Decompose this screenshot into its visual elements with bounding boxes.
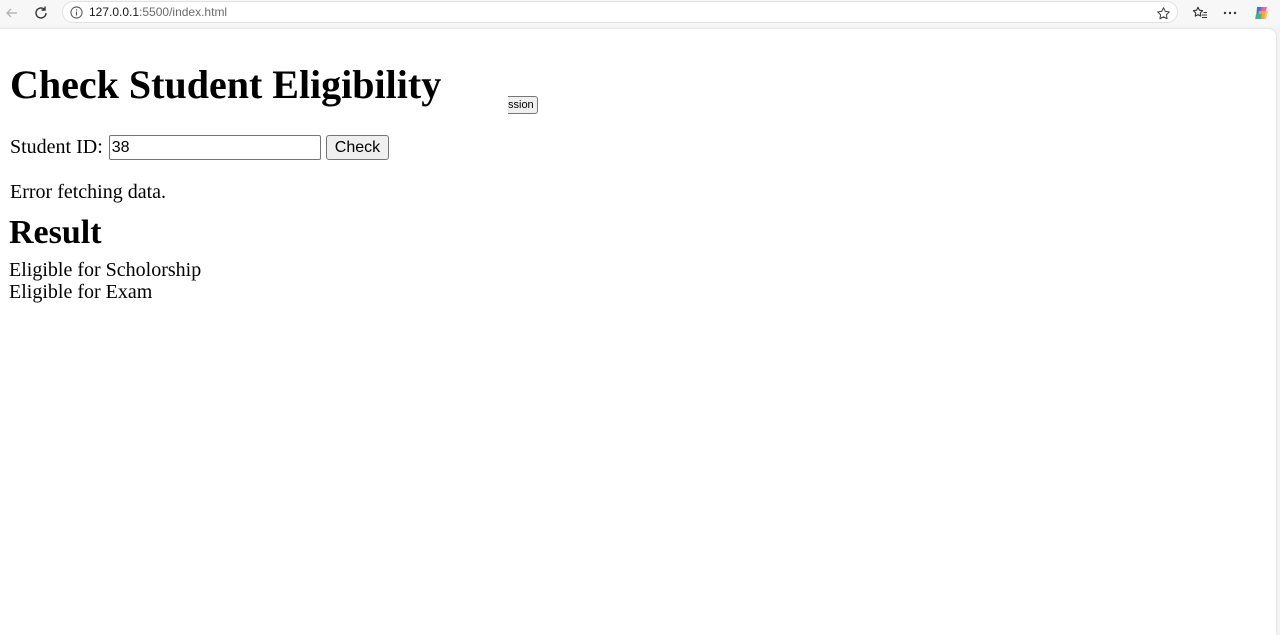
copilot-icon[interactable] bbox=[1252, 3, 1272, 23]
result-item: Eligible for Scholorship bbox=[9, 259, 202, 281]
star-icon[interactable] bbox=[1155, 5, 1171, 21]
url-path: :5500/index.html bbox=[139, 5, 228, 19]
address-bar[interactable]: 127.0.0.1:5500/index.html bbox=[62, 1, 1178, 23]
submission-button-label: ssion bbox=[508, 99, 534, 111]
more-icon[interactable] bbox=[1220, 3, 1240, 23]
page-title: Check Student Eligibility bbox=[10, 62, 442, 107]
check-button[interactable]: Check bbox=[325, 135, 390, 160]
url-host: 127.0.0.1 bbox=[89, 5, 140, 19]
page-viewport: Check Student Eligibility ssion Student … bbox=[0, 28, 1277, 635]
favorites-icon[interactable] bbox=[1190, 3, 1210, 23]
error-message: Error fetching data. bbox=[10, 181, 167, 203]
browser-toolbar: 127.0.0.1:5500/index.html bbox=[0, 0, 1280, 26]
submission-button[interactable]: ssion bbox=[508, 96, 538, 114]
refresh-icon[interactable] bbox=[31, 3, 51, 23]
back-arrow-icon[interactable] bbox=[2, 3, 22, 23]
result-list: Eligible for Scholorship Eligible for Ex… bbox=[9, 259, 201, 303]
student-form: Student ID: Check bbox=[10, 135, 390, 160]
student-id-input[interactable] bbox=[108, 135, 321, 160]
info-icon[interactable] bbox=[69, 5, 83, 19]
result-heading: Result bbox=[9, 214, 102, 251]
result-item: Eligible for Exam bbox=[9, 281, 153, 303]
student-id-label: Student ID: bbox=[10, 136, 103, 158]
